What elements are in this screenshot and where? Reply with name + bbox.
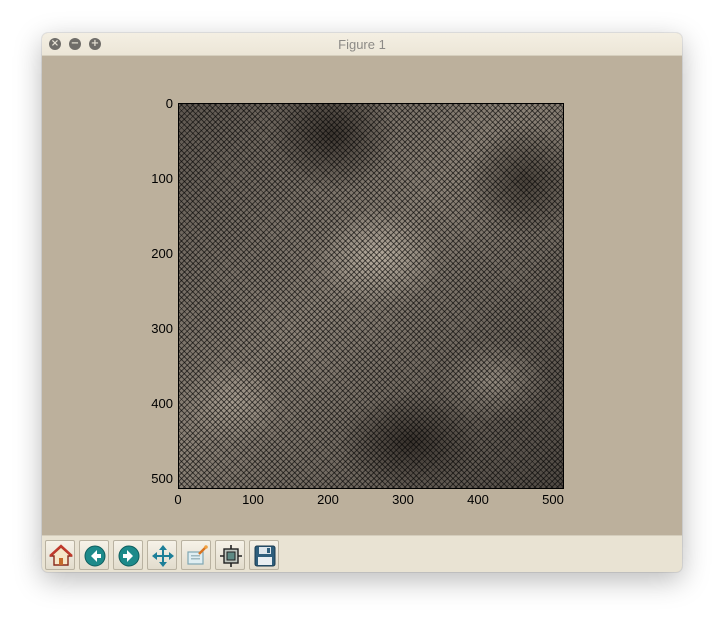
figure-canvas[interactable]: 0 100 200 300 400 500 0 100 200 300 400 …: [42, 56, 682, 535]
y-tick-label: 400: [151, 396, 173, 411]
zoom-button[interactable]: [181, 540, 211, 570]
x-tick-label: 200: [317, 492, 339, 507]
forward-arrow-icon: [118, 545, 140, 567]
home-icon: [49, 544, 73, 566]
window-title: Figure 1: [338, 37, 386, 52]
subplots-icon: [220, 545, 242, 567]
x-tick-label: 500: [542, 492, 564, 507]
subplots-button[interactable]: [215, 540, 245, 570]
x-tick-label: 300: [392, 492, 414, 507]
y-tick-label: 300: [151, 321, 173, 336]
x-tick-label: 0: [174, 492, 182, 507]
figure-window: × − + Figure 1 0 100 200 300 400 500 0 1…: [42, 33, 682, 572]
plot-axes[interactable]: [178, 103, 564, 489]
y-tick-label: 200: [151, 246, 173, 261]
forward-button[interactable]: [113, 540, 143, 570]
y-tick-label: 500: [151, 471, 173, 486]
x-tick-label: 100: [242, 492, 264, 507]
navigation-toolbar: [42, 535, 682, 572]
move-arrows-icon: [152, 545, 174, 567]
pan-button[interactable]: [147, 540, 177, 570]
floppy-disk-icon: [254, 545, 276, 567]
y-tick-label: 0: [165, 96, 173, 111]
back-button[interactable]: [79, 540, 109, 570]
back-arrow-icon: [84, 545, 106, 567]
x-tick-label: 400: [467, 492, 489, 507]
title-bar[interactable]: × − + Figure 1: [42, 33, 682, 56]
zoom-rect-icon: [187, 545, 208, 565]
home-button[interactable]: [45, 540, 75, 570]
plot-image: [179, 104, 563, 488]
save-button[interactable]: [249, 540, 279, 570]
y-tick-label: 100: [151, 171, 173, 186]
